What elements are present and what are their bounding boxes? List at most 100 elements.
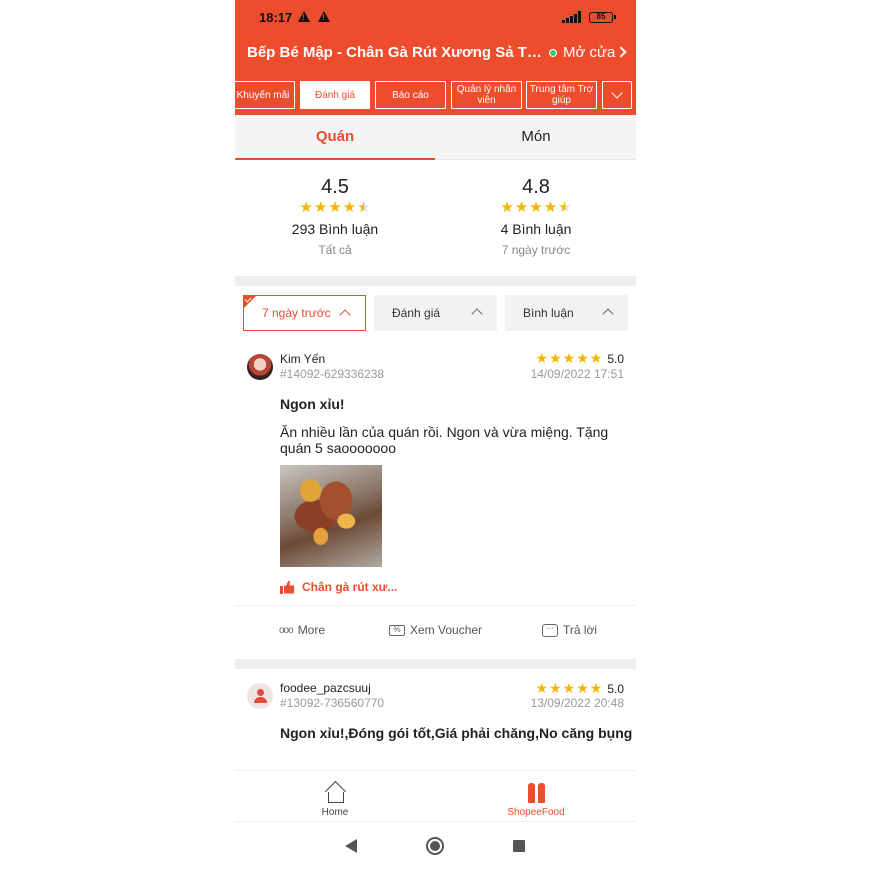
star-icon: ★ — [514, 199, 529, 216]
warning-icon — [298, 11, 310, 22]
reply-button[interactable]: ··· Trả lời — [542, 623, 597, 637]
review-title: Ngon xỉu! — [280, 396, 345, 412]
header-area: 18:17 85 Bếp Bé Mập - Chân Gà Rút Xương … — [235, 0, 636, 115]
reviewer-name: Kim Yến — [280, 352, 326, 366]
chevron-up-icon — [602, 308, 614, 320]
filter-label: Bình luận — [523, 306, 574, 320]
check-icon — [243, 295, 257, 309]
chevron-down-icon — [611, 87, 623, 99]
rating-summary: 4.5 ★ ★ ★ ★ ★ 293 Bình luận Tất cả 4.8 ★ ★ ★ ★ ★… — [235, 160, 636, 276]
rating-value: 5.0 — [607, 681, 624, 696]
summary-recent[interactable]: 4.8 ★ ★ ★ ★ ★ 4 Bình luận 7 ngày trước — [436, 176, 636, 257]
tab-store[interactable]: Quán — [235, 115, 435, 160]
star-icon: ★ — [562, 680, 576, 696]
star-icon: ★ — [328, 199, 342, 216]
back-icon[interactable] — [345, 839, 357, 853]
summary-count: 293 Bình luận — [291, 221, 379, 237]
review-title: Ngon xỉu!,Đóng gói tốt,Giá phải chăng,No… — [280, 725, 633, 741]
star-rating: ★ ★ ★ ★ ★ — [299, 200, 370, 215]
star-icon: ★ — [543, 199, 558, 216]
filter-period[interactable]: 7 ngày trước — [243, 295, 366, 331]
summary-period: Tất cả — [318, 243, 352, 257]
reviewer-name: foodee_pazcsuuj — [280, 681, 371, 695]
review-rating: ★ ★ ★ ★ ★ 5.0 — [536, 681, 625, 696]
review-card: foodee_pazcsuuj #13092-736560770 ★ ★ ★ ★ ★ 5… — [235, 669, 636, 759]
chevron-right-icon — [615, 46, 627, 58]
section-divider — [235, 276, 636, 286]
star-icon: ★ — [549, 680, 562, 696]
summary-all[interactable]: 4.5 ★ ★ ★ ★ ★ 293 Bình luận Tất cả — [235, 176, 435, 257]
star-icon: ★ — [576, 350, 589, 366]
tab-promotions[interactable]: Khuyến mãi — [235, 81, 295, 109]
nav-home-label: Home — [321, 807, 349, 818]
filter-label: 7 ngày trước — [262, 306, 331, 320]
star-icon: ★ — [529, 199, 543, 216]
summary-count: 4 Bình luận — [500, 221, 572, 237]
status-time: 18:17 — [259, 10, 293, 25]
star-icon: ★ — [562, 350, 576, 366]
star-icon: ★ — [313, 199, 328, 216]
nav-home[interactable]: Home — [235, 777, 435, 818]
star-icon: ★ — [299, 199, 313, 216]
avatar[interactable] — [247, 354, 273, 380]
section-divider — [235, 659, 636, 669]
star-icon: ★ — [500, 199, 514, 216]
filter-rating[interactable]: Đánh giá — [374, 295, 497, 331]
filter-comment[interactable]: Bình luận — [505, 295, 628, 331]
more-tabs-button[interactable] — [602, 81, 632, 109]
store-header[interactable]: Bếp Bé Mập - Chân Gà Rút Xương Sả Tắc - … — [235, 34, 636, 74]
review-photo[interactable] — [280, 465, 382, 567]
recent-apps-icon[interactable] — [513, 840, 525, 852]
star-icon: ★ — [589, 680, 603, 696]
star-rating: ★ ★ ★ ★ ★ — [500, 200, 571, 215]
review-filters: 7 ngày trước Đánh giá Bình luận — [235, 286, 636, 344]
liked-dish[interactable]: Chân gà rút xư... — [280, 580, 397, 594]
signal-icon — [562, 11, 582, 23]
order-id: #14092-629336238 — [280, 367, 385, 381]
divider — [235, 605, 636, 606]
android-navigation-bar — [235, 822, 636, 870]
chevron-up-icon — [471, 308, 483, 320]
summary-period: 7 ngày trước — [501, 243, 571, 257]
review-date: 14/09/2022 17:51 — [530, 367, 624, 381]
bottom-navigation: Home ShopeeFood — [235, 770, 636, 822]
star-icon: ★ — [549, 350, 562, 366]
nav-shopeefood[interactable]: ShopeeFood — [436, 777, 636, 818]
star-icon: ★ — [589, 350, 603, 366]
menu-tabs: Khuyến mãi Đánh giá Báo cáo Quản lý nhân… — [235, 81, 636, 111]
filter-label: Đánh giá — [392, 306, 441, 320]
segment-tabs: Quán Món — [235, 115, 636, 160]
tab-reviews[interactable]: Đánh giá — [300, 81, 370, 109]
voucher-button[interactable]: % Xem Voucher — [389, 623, 482, 637]
dish-name: Chân gà rút xư... — [302, 580, 398, 594]
more-dots-icon: ooo — [279, 624, 294, 636]
star-icon: ★ — [342, 199, 357, 216]
fork-knife-icon — [527, 783, 545, 803]
star-half-icon: ★ — [357, 199, 371, 216]
tab-reports[interactable]: Báo cáo — [375, 81, 446, 109]
warning-icon — [318, 11, 330, 22]
open-status-dot — [549, 49, 557, 57]
phone-screen: 18:17 85 Bếp Bé Mập - Chân Gà Rút Xương … — [235, 0, 636, 870]
review-card: Kim Yến #14092-629336238 ★ ★ ★ ★ ★ 5.0 14/09… — [235, 344, 636, 660]
voucher-label: Xem Voucher — [410, 623, 483, 637]
nav-shopeefood-label: ShopeeFood — [507, 807, 565, 818]
tab-staff-management[interactable]: Quản lý nhân viên — [451, 81, 522, 109]
star-icon: ★ — [576, 680, 589, 696]
open-status: Mở cửa — [563, 44, 616, 61]
summary-score: 4.5 — [321, 176, 349, 198]
status-bar: 18:17 85 — [235, 0, 636, 34]
tab-help-center[interactable]: Trung tâm Trợ giúp — [526, 81, 597, 109]
avatar[interactable] — [247, 683, 273, 709]
battery-icon: 85 — [589, 12, 616, 23]
more-button[interactable]: ooo More — [279, 623, 325, 637]
star-icon: ★ — [535, 350, 549, 366]
rating-value: 5.0 — [607, 351, 624, 366]
thumbs-up-icon — [280, 581, 294, 594]
tab-dishes[interactable]: Món — [436, 115, 636, 160]
review-body: Ăn nhiều lần của quán rồi. Ngon và vừa m… — [280, 424, 609, 456]
store-name: Bếp Bé Mập - Chân Gà Rút Xương Sả Tắc - … — [247, 44, 549, 61]
home-button-icon[interactable] — [426, 837, 444, 855]
more-label: More — [297, 623, 326, 637]
order-id: #13092-736560770 — [280, 696, 385, 710]
